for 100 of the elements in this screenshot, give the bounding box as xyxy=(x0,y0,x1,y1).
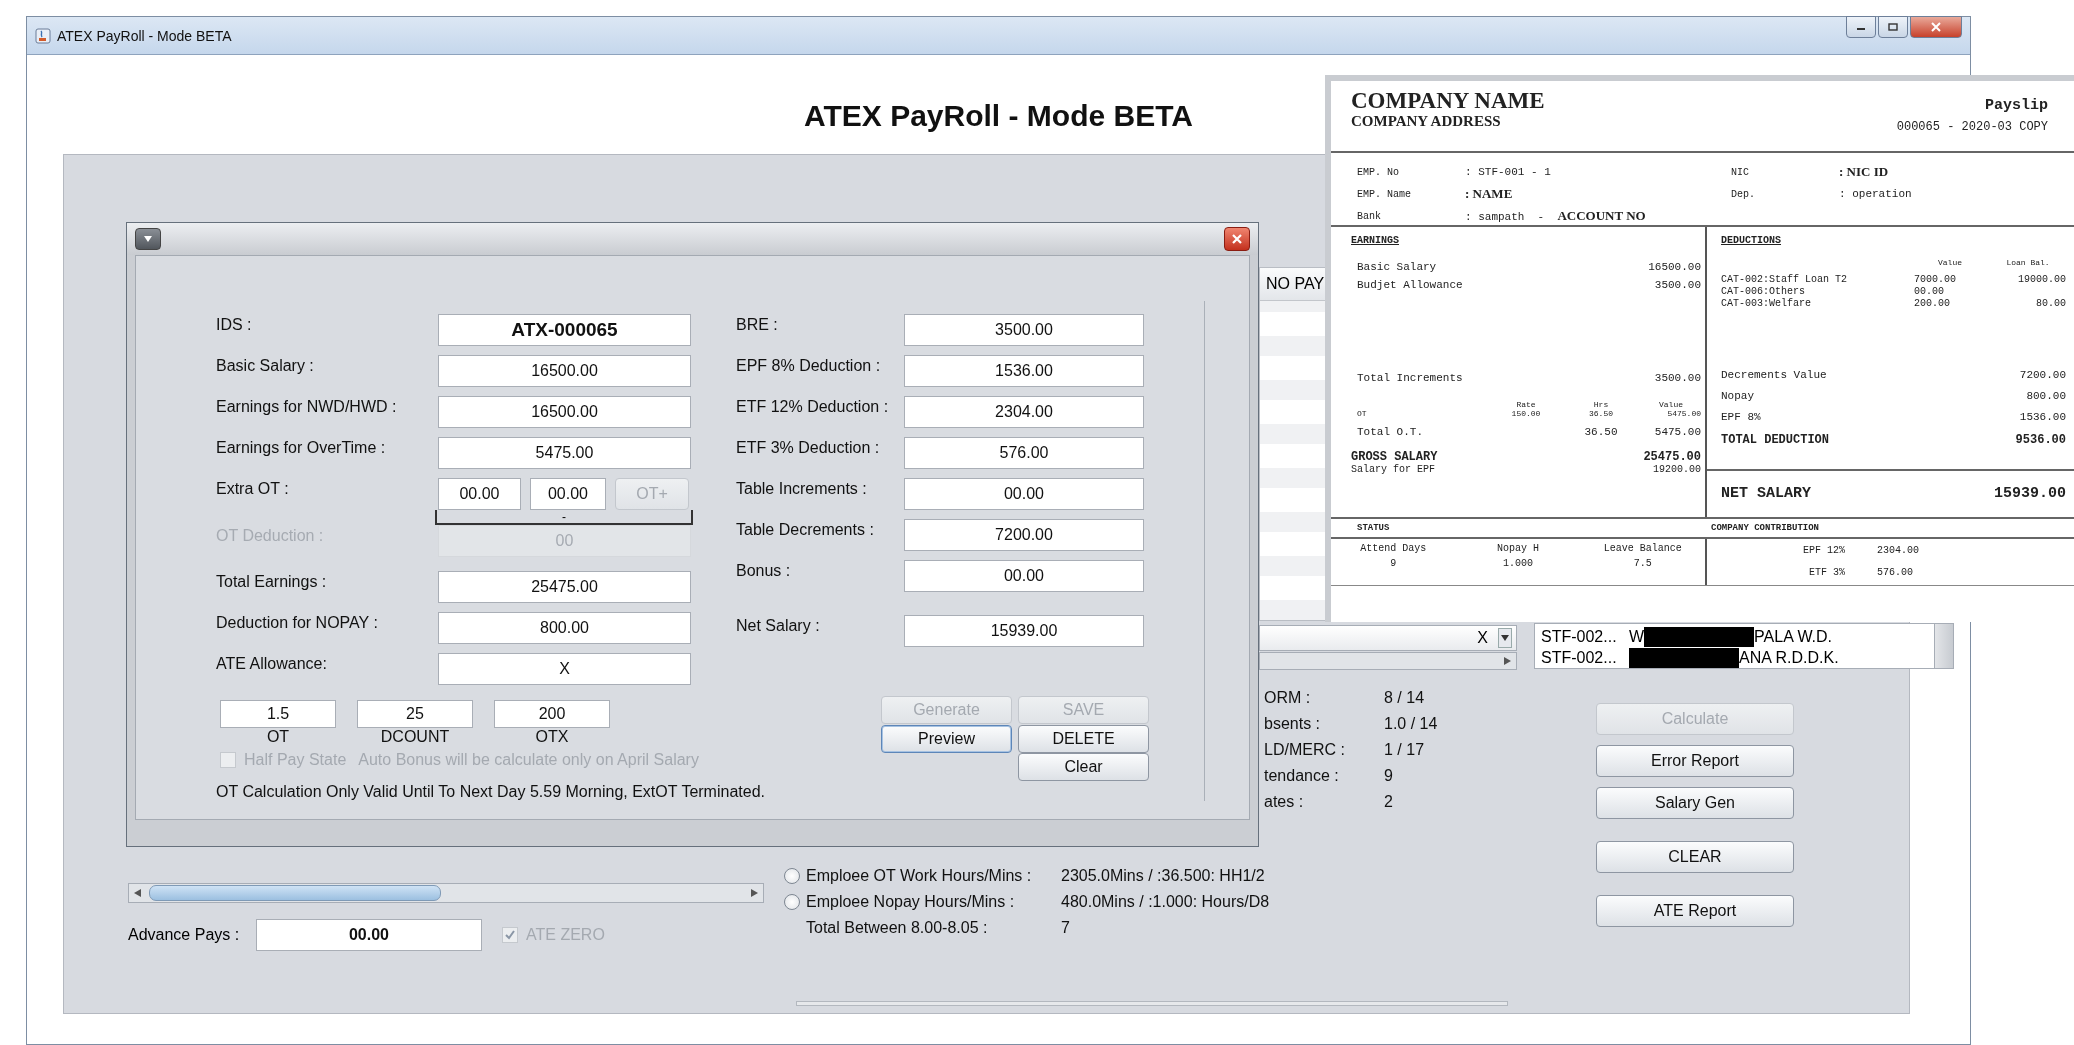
close-button[interactable] xyxy=(1910,16,1962,38)
input-field[interactable]: 16500.00 xyxy=(438,396,691,428)
row-value: 150.00 xyxy=(1510,409,1542,418)
row-value: 19000.00 xyxy=(2017,274,2066,285)
row-label: TOTAL DEDUCTION xyxy=(1721,433,1830,447)
info-label: Dep. xyxy=(1731,188,1756,200)
row-value: 3500.00 xyxy=(1654,279,1701,291)
close-icon xyxy=(1232,234,1242,244)
action-button[interactable]: ATE Report xyxy=(1596,895,1794,927)
field-label: BRE : xyxy=(736,316,779,334)
row-label: Nopay xyxy=(1721,390,1754,402)
company-address: COMPANY ADDRESS xyxy=(1351,113,1502,130)
stat-value: 9 xyxy=(1384,767,1394,785)
input-field[interactable]: ATX-000065 xyxy=(438,314,691,346)
row-value: 16500.00 xyxy=(1648,261,1701,273)
info-value: : STF-001 - 1 xyxy=(1465,166,1551,178)
row-value: 5475.00 xyxy=(1666,409,1701,418)
scrollbar[interactable] xyxy=(1934,624,1953,668)
info-text: OT Calculation Only Valid Until To Next Day 5.59 Morning, ExtOT Terminated. xyxy=(216,783,766,801)
radio-button[interactable] xyxy=(784,868,800,884)
input-field[interactable]: 800.00 xyxy=(438,612,691,644)
input-field[interactable]: X xyxy=(438,653,691,685)
field-label: ETF 12% Deduction : xyxy=(736,398,890,416)
row-value: 1536.00 xyxy=(2019,411,2066,423)
action-button[interactable]: Clear xyxy=(1018,753,1149,782)
action-button[interactable]: Preview xyxy=(881,724,1012,753)
row-label: EPF 8% xyxy=(1721,411,1761,423)
section-heading: COMPANY CONTRIBUTION xyxy=(1710,522,1821,535)
input-field[interactable]: 00.00 xyxy=(256,919,482,951)
employee-list[interactable]: STF-002... W PALA W.D. STF-002... ANA R.D.D.K. xyxy=(1534,623,1954,669)
row-label: GROSS SALARY xyxy=(1351,450,1438,464)
input-field[interactable]: 7200.00 xyxy=(904,519,1144,551)
hours-label: Emploee Nopay Hours/Mins : xyxy=(806,893,1016,911)
field-label: Basic Salary : xyxy=(216,357,315,375)
field-label: Deduction for NOPAY : xyxy=(216,614,379,632)
action-button[interactable]: Salary Gen xyxy=(1596,787,1794,819)
input-field[interactable]: 00.00 xyxy=(530,478,606,510)
action-button[interactable]: Error Report xyxy=(1596,745,1794,777)
input-field[interactable]: 25 xyxy=(357,700,473,728)
row-value: 3500.00 xyxy=(1654,372,1701,384)
hours-label: Total Between 8.00-8.05 : xyxy=(806,919,989,937)
row-value: 00.00 xyxy=(1913,286,1945,297)
app-heading: ATEX PayRoll - Mode BETA xyxy=(804,99,1193,133)
scrollbar[interactable] xyxy=(128,883,764,903)
input-field[interactable]: 00.00 xyxy=(904,478,1144,510)
stat-value: 1.0 / 14 xyxy=(1384,715,1438,733)
input-field[interactable]: 1.5 xyxy=(220,700,336,728)
field-label: Earnings for NWD/HWD : xyxy=(216,398,398,416)
input-field[interactable]: 2304.00 xyxy=(904,396,1144,428)
menu-button[interactable] xyxy=(135,228,161,250)
combo-box[interactable]: X xyxy=(1259,625,1517,651)
input-field[interactable]: 576.00 xyxy=(904,437,1144,469)
close-button[interactable] xyxy=(1224,227,1250,251)
maximize-button[interactable] xyxy=(1878,16,1908,38)
field-label: Table Decrements : xyxy=(736,521,875,539)
input-field[interactable]: 3500.00 xyxy=(904,314,1144,346)
payslip-reference: 000065 - 2020-03 COPY xyxy=(1896,120,2048,134)
input-field[interactable]: 16500.00 xyxy=(438,355,691,387)
field-label: Net Salary : xyxy=(736,617,821,635)
input-field[interactable]: 25475.00 xyxy=(438,571,691,603)
row-value: 19200.00 xyxy=(1653,464,1701,475)
row-label: ETF 3% xyxy=(1808,567,1846,580)
app-icon xyxy=(35,27,51,44)
input-field[interactable]: 00.00 xyxy=(438,478,521,510)
scrollbar[interactable] xyxy=(1259,652,1517,670)
list-cell[interactable]: PALA W.D. xyxy=(1754,627,1833,646)
row-value: 1.000 xyxy=(1503,558,1533,569)
stat-label: tendance : xyxy=(1264,767,1340,785)
row-value: 15939.00 xyxy=(1994,485,2066,502)
stat-value: 1 / 17 xyxy=(1384,741,1426,759)
scroll-right-icon xyxy=(749,888,759,898)
hours-value: 480.0Mins / :1.000: Hours/D8 xyxy=(1061,893,1270,911)
stat-label: ORM : xyxy=(1264,689,1312,707)
action-button[interactable]: DELETE xyxy=(1018,724,1149,753)
section-heading: EARNINGS xyxy=(1351,235,1400,246)
field-label: IDS : xyxy=(216,316,253,334)
input-field[interactable]: 00.00 xyxy=(904,560,1144,592)
input-field[interactable]: 1536.00 xyxy=(904,355,1144,387)
column-header: Nopay H xyxy=(1497,543,1539,554)
list-cell[interactable]: W xyxy=(1629,627,1645,646)
minimize-button[interactable] xyxy=(1846,16,1876,38)
row-value: 5475.00 xyxy=(1653,426,1701,438)
row-value: 9536.00 xyxy=(2015,433,2066,447)
field-label: ETF 3% Deduction : xyxy=(736,439,881,457)
list-cell[interactable]: STF-002... xyxy=(1541,627,1619,646)
close-icon xyxy=(1931,22,1941,32)
input-field[interactable]: 5475.00 xyxy=(438,437,691,469)
row-value: 2304.00 xyxy=(1877,545,1920,558)
input-field[interactable]: 200 xyxy=(494,700,610,728)
payslip-title: Payslip xyxy=(1984,97,2048,114)
radio-button[interactable] xyxy=(784,894,800,910)
row-value: 576.00 xyxy=(1877,567,1914,580)
list-cell[interactable]: ANA R.D.D.K. xyxy=(1739,648,1839,667)
action-button[interactable]: CLEAR xyxy=(1596,841,1794,873)
maximize-icon xyxy=(1888,23,1898,31)
column-header: Hrs xyxy=(1592,400,1610,409)
input-field[interactable]: 15939.00 xyxy=(904,615,1144,647)
info-label: Bank xyxy=(1357,210,1382,222)
row-value: 36.50 xyxy=(1583,426,1619,438)
list-cell[interactable]: STF-002... xyxy=(1541,648,1619,667)
